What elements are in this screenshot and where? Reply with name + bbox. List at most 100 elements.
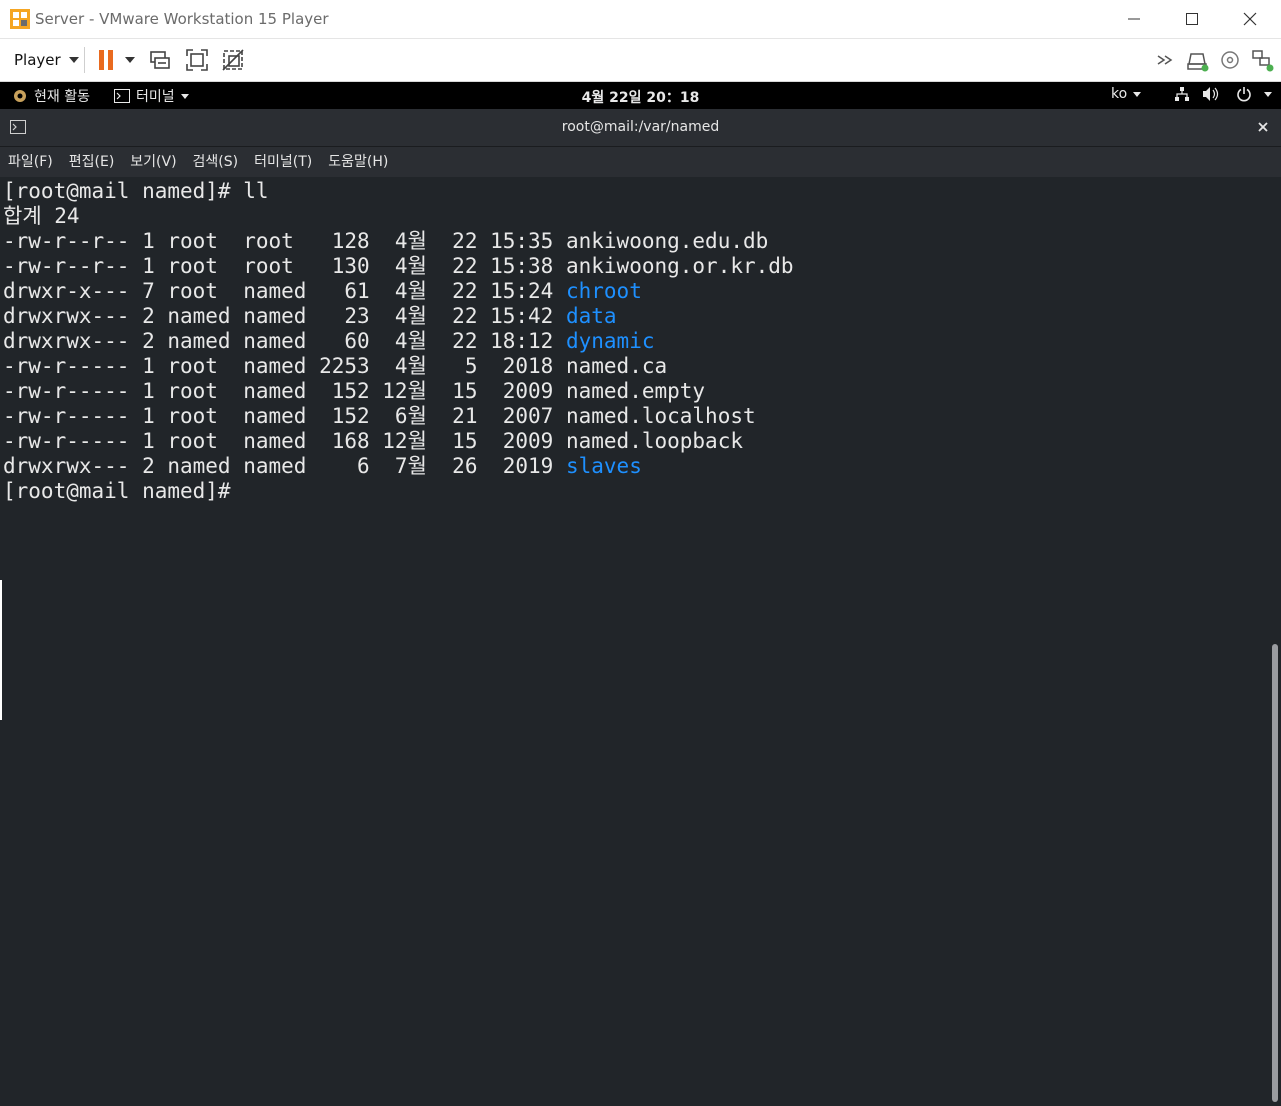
menu-view[interactable]: 보기(V) <box>122 147 184 177</box>
send-ctrl-alt-del-icon <box>150 51 170 69</box>
list-item: drwxrwx--- 2 named named 60 4월 22 18:12 … <box>3 329 655 354</box>
close-icon <box>1258 122 1268 132</box>
power-icon <box>1237 87 1251 102</box>
file-meta: -rw-r----- 1 root named 2253 4월 5 2018 <box>3 354 566 378</box>
vmware-toolbar: Player <box>0 39 1281 82</box>
menu-help[interactable]: 도움말(H) <box>320 147 396 177</box>
maximize-button[interactable] <box>1163 0 1221 38</box>
terminal-icon <box>114 89 130 103</box>
app-menu-terminal[interactable]: 터미널 <box>114 86 189 106</box>
maximize-icon <box>1186 13 1198 25</box>
file-meta: drwxrwx--- 2 named named 60 4월 22 18:12 <box>3 329 566 353</box>
list-item: -rw-r----- 1 root named 152 6월 21 2007 n… <box>3 404 756 429</box>
terminal-header-bar: root@mail:/var/named <box>0 109 1281 147</box>
directory-name: chroot <box>565 279 642 303</box>
directory-name: data <box>565 304 617 328</box>
file-meta: drwxr-x--- 7 root named 61 4월 22 15:24 <box>3 279 566 303</box>
vmware-title-bar: Server - VMware Workstation 15 Player <box>0 0 1281 39</box>
chevron-down-icon <box>180 93 189 99</box>
current-prompt-line: [root@mail named]# <box>3 479 243 504</box>
prompt: [root@mail named]# <box>3 179 231 203</box>
cd-dvd-icon <box>1221 51 1239 69</box>
list-item: -rw-r--r-- 1 root root 128 4월 22 15:35 a… <box>3 229 768 254</box>
file-name: named.ca <box>565 354 668 378</box>
menu-terminal[interactable]: 터미널(T) <box>246 147 320 177</box>
list-item: drwxrwx--- 2 named named 6 7월 26 2019 sl… <box>3 454 642 479</box>
activities-label: 현재 활동 <box>34 89 90 105</box>
player-menu-label: Player <box>14 51 61 69</box>
file-meta: -rw-r----- 1 root named 152 12월 15 2009 <box>3 379 566 403</box>
fullscreen-button[interactable] <box>184 47 210 73</box>
terminal-title: root@mail:/var/named <box>561 119 720 135</box>
activities-icon <box>14 90 26 102</box>
close-icon <box>1243 12 1257 26</box>
vmware-logo-icon <box>10 9 30 29</box>
unity-icon <box>222 49 244 71</box>
list-item: -rw-r--r-- 1 root root 130 4월 22 15:38 a… <box>3 254 794 279</box>
menu-edit[interactable]: 편집(E) <box>61 147 123 177</box>
more-devices-button[interactable] <box>1154 47 1180 73</box>
volume-icon <box>1203 87 1219 101</box>
file-meta: -rw-r----- 1 root named 152 6월 21 2007 <box>3 404 566 428</box>
directory-name: slaves <box>565 454 642 478</box>
unity-button[interactable] <box>220 47 246 73</box>
close-window-button[interactable] <box>1221 0 1279 38</box>
system-menu[interactable] <box>1174 86 1272 102</box>
command-line: [root@mail named]# ll <box>3 179 269 204</box>
list-item: drwxrwx--- 2 named named 23 4월 22 15:42 … <box>3 304 617 329</box>
window-edge-highlight <box>0 580 2 720</box>
clock[interactable]: 4월 22일 20：18 <box>0 87 1281 107</box>
terminal-scrollbar[interactable] <box>1270 177 1281 1106</box>
file-name: ankiwoong.edu.db <box>565 229 769 253</box>
input-method-menu[interactable]: ko <box>1111 86 1142 102</box>
file-meta: -rw-r--r-- 1 root root 128 4월 22 15:35 <box>3 229 566 253</box>
cd-dvd-button[interactable] <box>1217 47 1243 73</box>
player-menu-button[interactable]: Player <box>6 46 87 74</box>
file-meta: drwxrwx--- 2 named named 23 4월 22 15:42 <box>3 304 566 328</box>
terminal-window: root@mail:/var/named 파일(F) 편집(E) 보기(V) 검… <box>0 109 1281 1106</box>
network-adapter-icon <box>1252 50 1274 72</box>
more-icon <box>1157 55 1173 65</box>
list-item: -rw-r----- 1 root named 2253 4월 5 2018 n… <box>3 354 667 379</box>
menu-search[interactable]: 검색(S) <box>185 147 247 177</box>
terminal-close-button[interactable] <box>1253 117 1273 137</box>
menu-file[interactable]: 파일(F) <box>0 147 61 177</box>
pause-icon <box>99 50 113 70</box>
hard-disk-button[interactable] <box>1184 47 1210 73</box>
file-meta: drwxrwx--- 2 named named 6 7월 26 2019 <box>3 454 566 478</box>
total-line: 합계 24 <box>3 204 80 228</box>
send-ctrl-alt-del-button[interactable] <box>147 47 173 73</box>
network-adapter-button[interactable] <box>1249 47 1275 73</box>
window-title: Server - VMware Workstation 15 Player <box>35 10 329 28</box>
list-item: -rw-r----- 1 root named 152 12월 15 2009 … <box>3 379 705 404</box>
input-method-label: ko <box>1111 86 1128 102</box>
directory-name: dynamic <box>565 329 655 353</box>
file-meta: -rw-r--r-- 1 root root 130 4월 22 15:38 <box>3 254 566 278</box>
terminal-icon <box>10 120 26 134</box>
fullscreen-icon <box>186 49 208 71</box>
file-name: ankiwoong.or.kr.db <box>565 254 794 278</box>
terminal-menubar: 파일(F) 편집(E) 보기(V) 검색(S) 터미널(T) 도움말(H) <box>0 147 1281 177</box>
chevron-down-icon <box>68 57 79 63</box>
terminal-output[interactable]: [root@mail named]# ll 합계 24 -rw-r--r-- 1… <box>0 177 1270 1106</box>
prompt: [root@mail named]# <box>3 479 231 503</box>
file-meta: -rw-r----- 1 root named 168 12월 15 2009 <box>3 429 566 453</box>
hard-disk-icon <box>1187 53 1209 72</box>
chevron-down-icon <box>1133 91 1142 97</box>
network-wired-icon <box>1175 87 1189 101</box>
chevron-down-icon <box>1264 91 1272 97</box>
file-name: named.loopback <box>565 429 743 453</box>
app-menu-label: 터미널 <box>136 89 175 105</box>
scrollbar-thumb[interactable] <box>1272 644 1278 1102</box>
minimize-icon <box>1128 18 1140 20</box>
activities-button[interactable]: 현재 활동 <box>12 86 90 106</box>
pause-button[interactable] <box>93 47 119 73</box>
file-name: named.localhost <box>565 404 756 428</box>
pause-options-chevron-icon[interactable] <box>125 57 135 63</box>
list-item: -rw-r----- 1 root named 168 12월 15 2009 … <box>3 429 743 454</box>
command-text: ll <box>230 179 269 203</box>
minimize-button[interactable] <box>1105 0 1163 38</box>
list-item: drwxr-x--- 7 root named 61 4월 22 15:24 c… <box>3 279 642 304</box>
gnome-top-bar: 현재 활동 터미널 4월 22일 20：18 ko <box>0 82 1281 109</box>
file-name: named.empty <box>565 379 706 403</box>
